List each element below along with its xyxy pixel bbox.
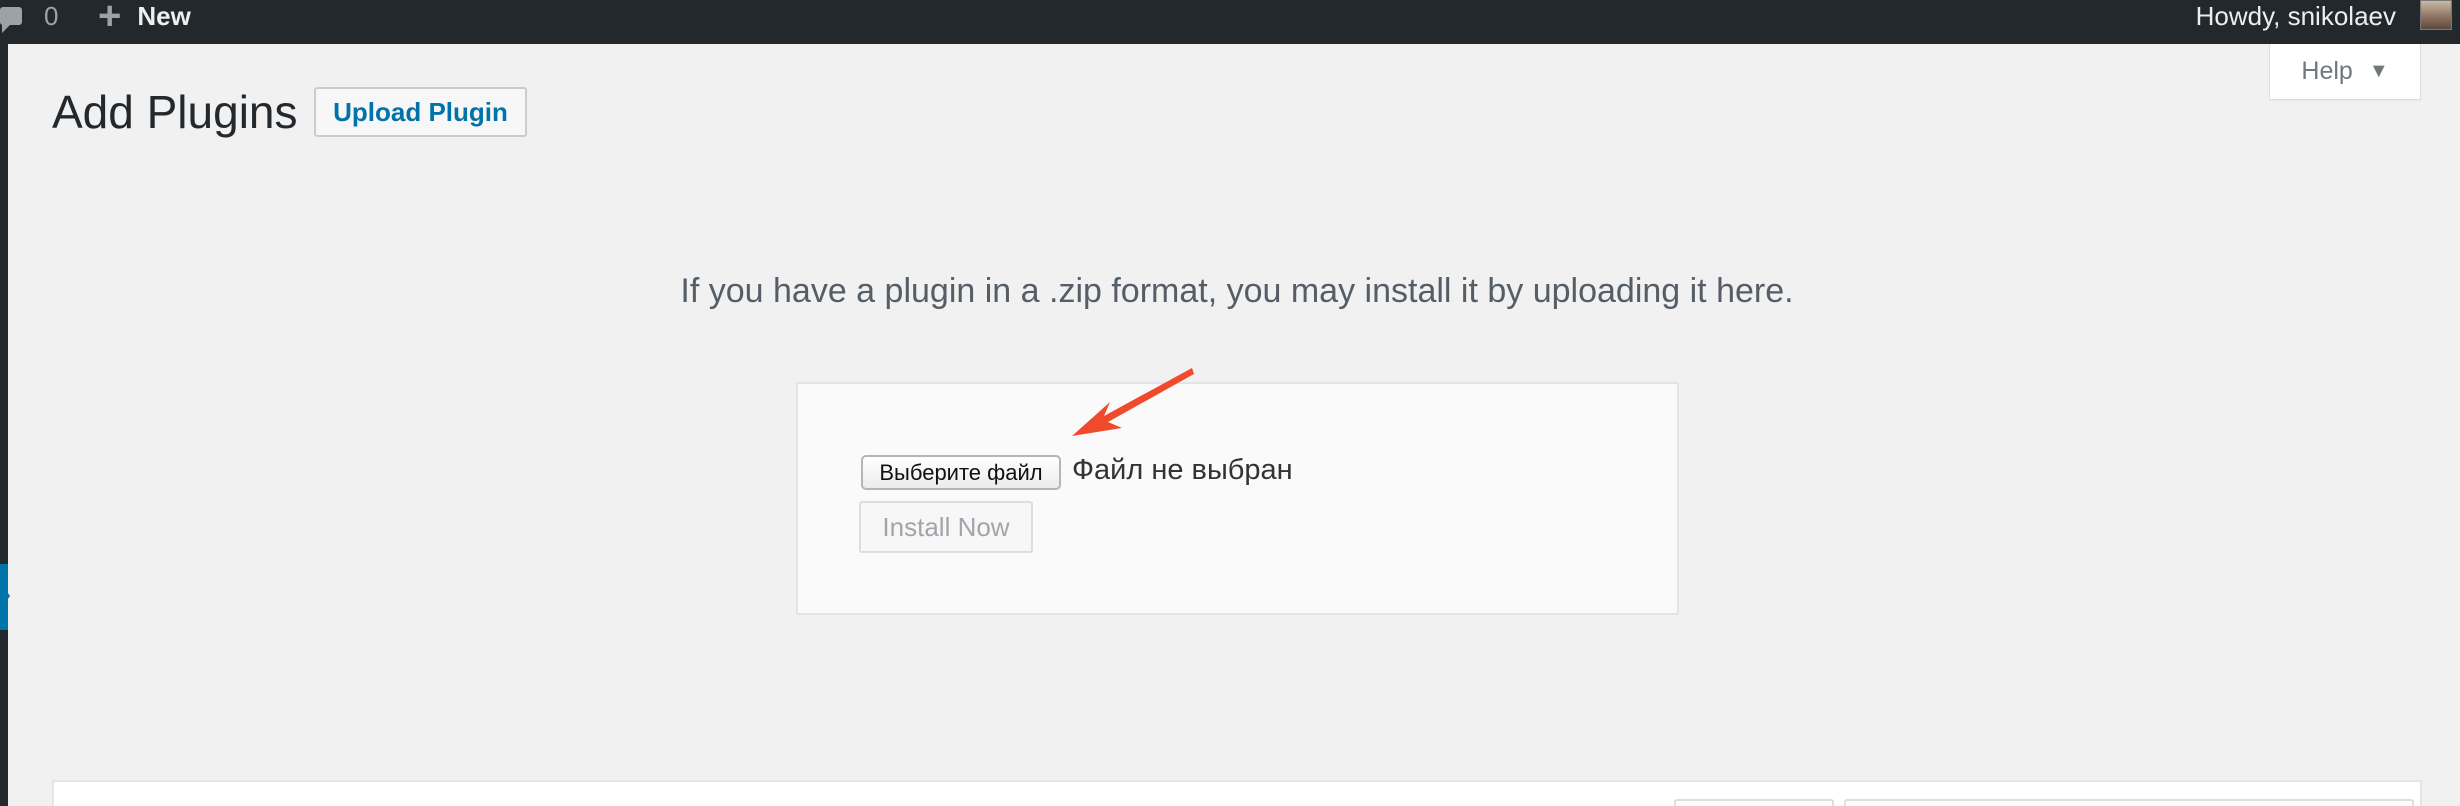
install-now-button[interactable]: Install Now — [859, 501, 1033, 553]
avatar[interactable] — [2420, 0, 2452, 30]
search-control[interactable] — [1844, 799, 2414, 806]
upload-instructions: If you have a plugin in a .zip format, y… — [680, 272, 1794, 310]
admin-bar: 0 + New Howdy, snikolaev — [0, 0, 2460, 44]
comments-link[interactable]: 0 — [0, 0, 59, 33]
help-tab-button[interactable]: Help ▼ — [2269, 44, 2421, 100]
help-label: Help — [2301, 57, 2353, 85]
admin-menu — [0, 44, 10, 806]
current-item-arrow-icon — [0, 582, 10, 610]
howdy-text: Howdy, snikolaev — [2195, 0, 2396, 31]
plugins-table-card — [52, 780, 2422, 806]
new-content-link[interactable]: + New — [98, 0, 191, 36]
account-menu[interactable]: Howdy, snikolaev — [2196, 0, 2396, 32]
comment-icon — [0, 7, 22, 33]
comments-count: 0 — [44, 0, 59, 31]
page-title: Add Plugins — [52, 86, 298, 138]
wp-admin-screen: 0 + New Howdy, snikolaev Help ▼ Add Plug… — [0, 0, 2460, 806]
upload-plugin-form: Выберите файл Файл не выбран Install Now — [796, 382, 1679, 615]
annotation-arrow-icon — [1072, 368, 1194, 436]
caret-down-icon: ▼ — [2368, 60, 2389, 82]
file-status-text: Файл не выбран — [1072, 454, 1293, 486]
new-label: New — [137, 0, 191, 31]
plus-icon: + — [98, 0, 122, 38]
filter-control[interactable] — [1674, 799, 1834, 806]
upload-plugin-button[interactable]: Upload Plugin — [314, 87, 527, 137]
choose-file-button[interactable]: Выберите файл — [861, 455, 1061, 490]
